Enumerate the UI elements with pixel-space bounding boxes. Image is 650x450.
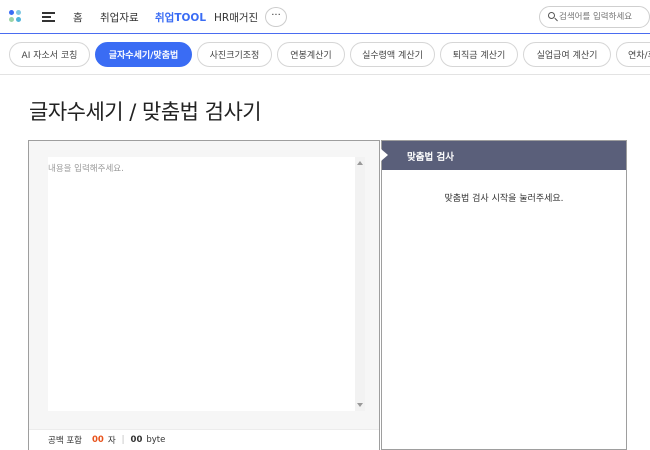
nav-item-hr-magazine[interactable]: HR매거진	[214, 10, 258, 25]
scroll-up-icon[interactable]	[357, 161, 363, 165]
count-label: 공백 포함	[48, 436, 82, 446]
menu-icon[interactable]	[42, 12, 55, 22]
tab-ai-cover-letter[interactable]: AI 자소서 코칭	[9, 42, 90, 67]
nav-item-job-tool-suffix: TOOL	[174, 12, 207, 24]
result-header-label: 맞춤법 검사	[407, 151, 455, 163]
page-title: 글자수세기 / 맞춤법 검사기	[29, 100, 262, 124]
char-count-value: 00	[91, 435, 104, 445]
editor-scrollbar[interactable]	[355, 157, 365, 411]
tab-annual-leave[interactable]: 연차/휴가	[616, 42, 650, 67]
editor-box	[48, 157, 365, 411]
result-header: 맞춤법 검사	[381, 141, 626, 170]
tab-unemployment-calc[interactable]: 실업급여 계산기	[523, 42, 611, 67]
nav-item-job-tool[interactable]: 취업TOOL	[155, 10, 206, 25]
search-icon	[548, 12, 558, 22]
tab-net-pay-calc[interactable]: 실수령액 계산기	[350, 42, 435, 67]
tab-salary-calc[interactable]: 연봉계산기	[277, 42, 345, 67]
tab-severance-calc[interactable]: 퇴직금 계산기	[440, 42, 518, 67]
scroll-down-icon[interactable]	[357, 403, 363, 407]
result-panel: 맞춤법 검사 맞춤법 검사 시작을 눌러주세요.	[381, 140, 627, 450]
search-input[interactable]	[559, 12, 649, 22]
editor-panel: 공백 포함 00 자 | 00 byte	[28, 140, 380, 450]
top-nav: 홈 취업자료 취업TOOL HR매거진 ···	[0, 0, 650, 34]
tab-photo-resize[interactable]: 사진크기조정	[197, 42, 272, 67]
byte-count-value: 00	[130, 435, 143, 445]
result-message: 맞춤법 검사 시작을 눌러주세요.	[444, 194, 564, 204]
more-button[interactable]: ···	[265, 7, 287, 27]
logo-icon[interactable]	[9, 10, 23, 24]
panel-arrow-icon	[381, 149, 388, 161]
search-box[interactable]	[539, 6, 650, 28]
nav-item-job-resources[interactable]: 취업자료	[100, 10, 139, 25]
tool-tabs: AI 자소서 코칭 글자수세기/맞춤법 사진크기조정 연봉계산기 실수령액 계산…	[0, 35, 650, 75]
nav-item-home[interactable]: 홈	[73, 10, 83, 25]
counter-separator: |	[121, 435, 125, 445]
byte-count-unit: byte	[146, 435, 166, 445]
content-textarea[interactable]	[48, 157, 353, 411]
char-count-unit: 자	[107, 436, 116, 446]
char-counter: 공백 포함 00 자 | 00 byte	[29, 429, 379, 450]
tab-char-count-spell[interactable]: 글자수세기/맞춤법	[95, 42, 192, 67]
nav-item-job-tool-prefix: 취업	[155, 12, 175, 24]
